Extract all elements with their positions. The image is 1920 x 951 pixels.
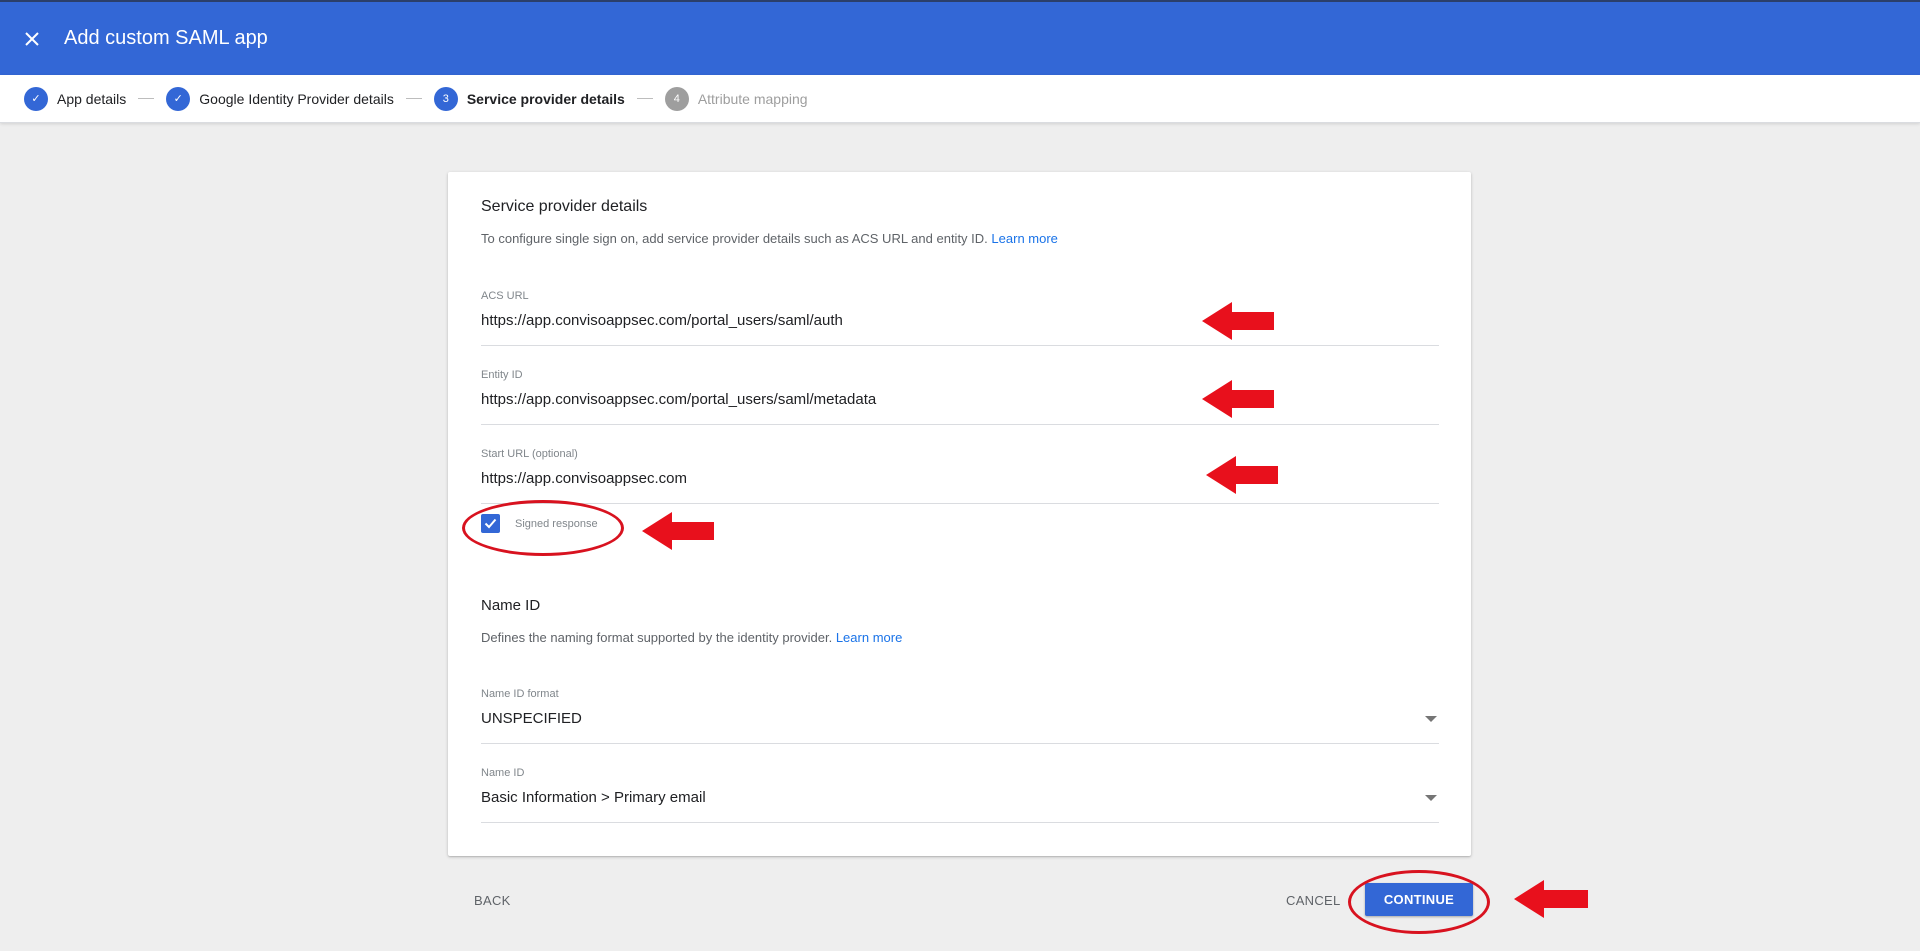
step-divider bbox=[138, 98, 155, 99]
step-google-idp-details[interactable]: ✓ Google Identity Provider details bbox=[166, 86, 394, 111]
dropdown-arrow-icon bbox=[1425, 716, 1437, 722]
close-icon[interactable] bbox=[17, 24, 47, 54]
learn-more-link[interactable]: Learn more bbox=[991, 231, 1057, 246]
field-value: https://app.convisoappsec.com bbox=[481, 470, 687, 487]
page-title: Add custom SAML app bbox=[64, 27, 268, 49]
step-label: Google Identity Provider details bbox=[199, 90, 394, 107]
entity-id-field[interactable]: Entity ID https://app.convisoappsec.com/… bbox=[481, 369, 1439, 425]
description-text: Defines the naming format supported by t… bbox=[481, 630, 833, 645]
section-description: Defines the naming format supported by t… bbox=[481, 630, 902, 645]
section-title: Service provider details bbox=[481, 198, 648, 215]
field-value: Basic Information > Primary email bbox=[481, 789, 706, 806]
annotation-circle bbox=[1348, 870, 1490, 934]
annotation-arrow-icon bbox=[642, 512, 714, 550]
acs-url-field[interactable]: ACS URL https://app.convisoappsec.com/po… bbox=[481, 290, 1439, 346]
annotation-arrow-icon bbox=[1206, 456, 1278, 494]
annotation-arrow-icon bbox=[1514, 880, 1588, 918]
field-label: ACS URL bbox=[481, 290, 529, 302]
annotation-arrow-icon bbox=[1202, 380, 1274, 418]
name-id-select[interactable]: Name ID Basic Information > Primary emai… bbox=[481, 767, 1439, 823]
step-number: 4 bbox=[664, 86, 689, 111]
step-label: Attribute mapping bbox=[697, 90, 808, 107]
section-title: Name ID bbox=[481, 597, 541, 614]
app-bar: Add custom SAML app bbox=[0, 0, 1920, 75]
field-label: Name ID format bbox=[481, 688, 559, 700]
field-value: https://app.convisoappsec.com/portal_use… bbox=[481, 391, 877, 408]
field-label: Entity ID bbox=[481, 369, 523, 381]
annotation-arrow-icon bbox=[1202, 302, 1274, 340]
dropdown-arrow-icon bbox=[1425, 795, 1437, 801]
step-number: 3 bbox=[433, 86, 458, 111]
step-label: App details bbox=[57, 90, 127, 107]
field-value: https://app.convisoappsec.com/portal_use… bbox=[481, 312, 843, 329]
back-button[interactable]: BACK bbox=[474, 893, 511, 908]
step-divider bbox=[636, 98, 653, 99]
annotation-circle bbox=[462, 500, 624, 556]
step-divider bbox=[405, 98, 422, 99]
step-service-provider-details[interactable]: 3 Service provider details bbox=[433, 86, 625, 111]
section-description: To configure single sign on, add service… bbox=[481, 231, 1058, 246]
step-app-details[interactable]: ✓ App details bbox=[24, 86, 127, 111]
check-icon: ✓ bbox=[24, 86, 48, 111]
field-value: UNSPECIFIED bbox=[481, 710, 582, 727]
step-attribute-mapping[interactable]: 4 Attribute mapping bbox=[664, 86, 808, 111]
field-label: Name ID bbox=[481, 767, 525, 779]
field-label: Start URL (optional) bbox=[481, 448, 578, 460]
name-id-format-select[interactable]: Name ID format UNSPECIFIED bbox=[481, 688, 1439, 744]
cancel-button[interactable]: CANCEL bbox=[1286, 893, 1341, 908]
step-label: Service provider details bbox=[466, 90, 625, 107]
learn-more-link[interactable]: Learn more bbox=[836, 630, 902, 645]
check-icon: ✓ bbox=[166, 86, 191, 111]
start-url-field[interactable]: Start URL (optional) https://app.conviso… bbox=[481, 448, 1439, 504]
stepper: ✓ App details ✓ Google Identity Provider… bbox=[0, 75, 1920, 123]
description-text: To configure single sign on, add service… bbox=[481, 231, 988, 246]
